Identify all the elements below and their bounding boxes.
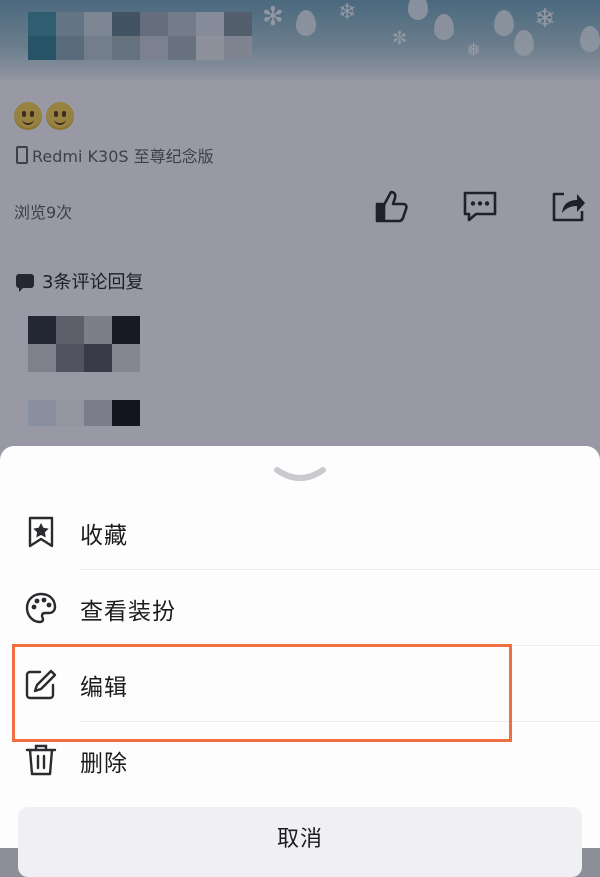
chevron-down-icon[interactable] [271,464,329,484]
edit-highlight-annotation [12,644,512,742]
cancel-button[interactable]: 取消 [18,807,582,877]
menu-label: 删除 [80,751,128,777]
menu-item-view-decoration[interactable]: 查看装扮 [0,570,600,646]
menu-label: 查看装扮 [80,599,176,625]
bookmark-star-icon [28,516,54,548]
menu-item-favorite[interactable]: 收藏 [0,494,600,570]
trash-icon [25,744,57,776]
palette-icon [25,592,57,624]
cancel-label: 取消 [276,827,323,852]
menu-label: 收藏 [80,523,128,549]
